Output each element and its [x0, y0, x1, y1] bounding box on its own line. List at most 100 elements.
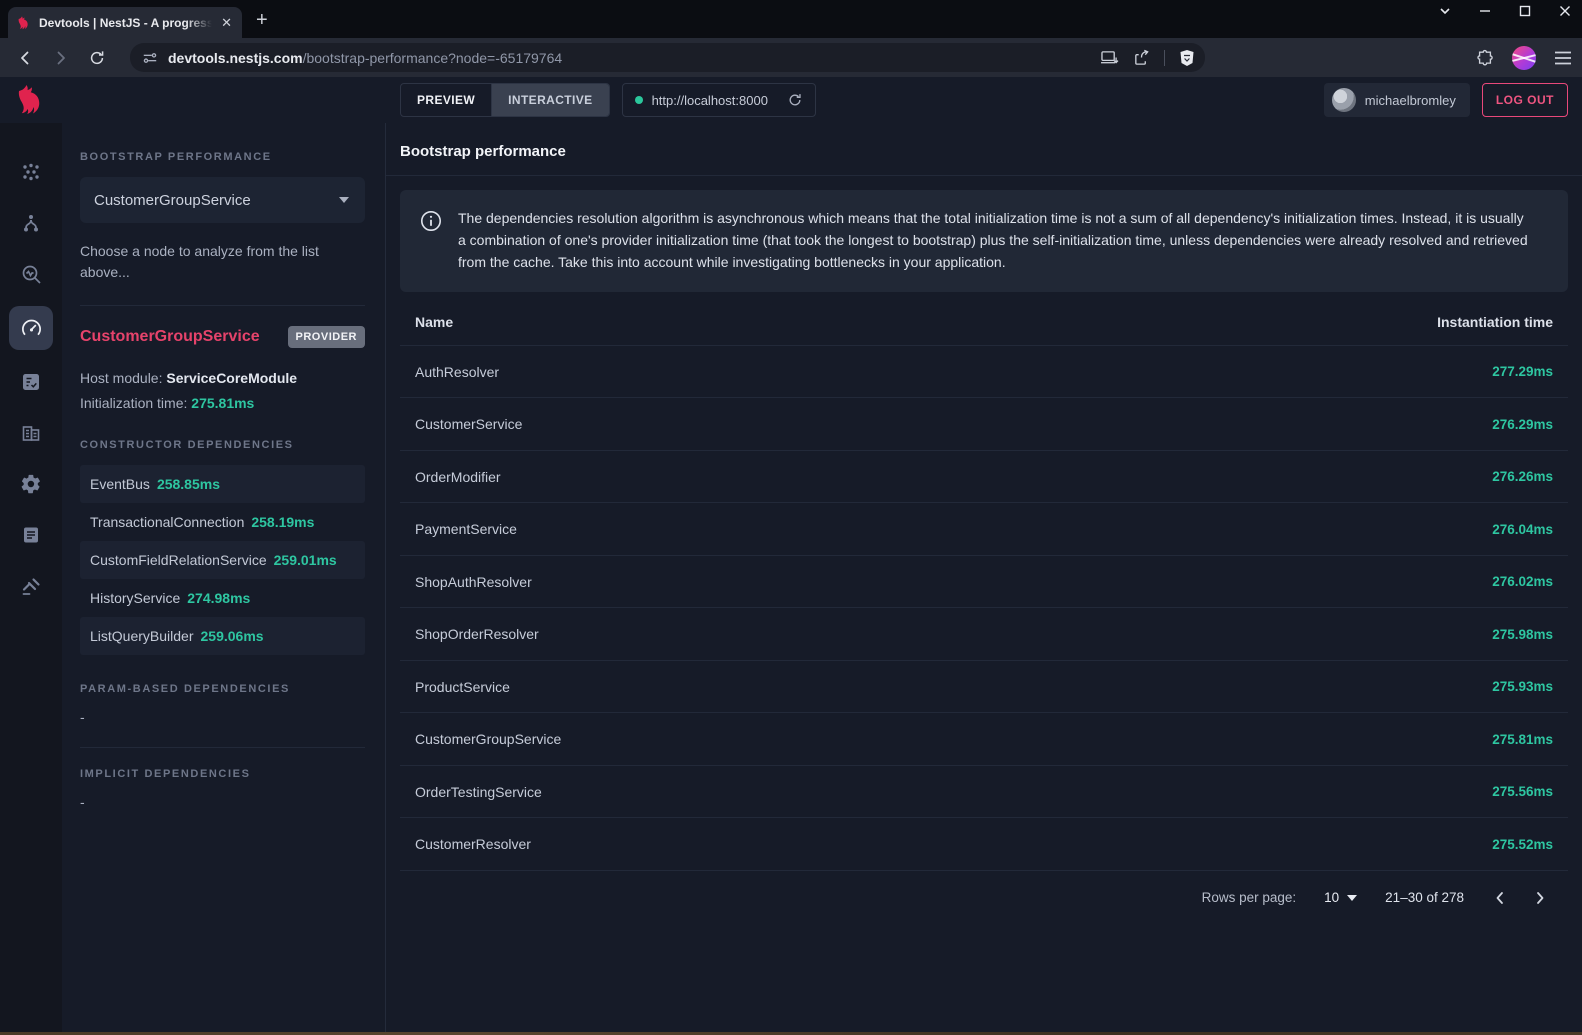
- implicit-deps-title: IMPLICIT DEPENDENCIES: [80, 768, 365, 780]
- user-avatar: [1332, 88, 1356, 112]
- host-module-row: Host module: ServiceCoreModule: [80, 370, 365, 386]
- target-url-box[interactable]: http://localhost:8000: [622, 83, 816, 117]
- table-row[interactable]: ProductService275.93ms: [400, 661, 1568, 714]
- dependency-item[interactable]: ListQueryBuilder259.06ms: [80, 617, 365, 655]
- new-tab-button[interactable]: +: [256, 9, 268, 32]
- sidebar-item-routes[interactable]: [9, 204, 53, 242]
- docs-icon: [21, 525, 41, 545]
- init-time-row: Initialization time: 275.81ms: [80, 395, 365, 411]
- sidebar-rail: [0, 77, 62, 1032]
- nestjs-logo-icon[interactable]: [0, 77, 62, 123]
- share-icon[interactable]: [1133, 49, 1150, 66]
- brave-shield-icon[interactable]: [1179, 49, 1195, 67]
- window-close-button[interactable]: [1558, 4, 1572, 18]
- sidebar-item-tools[interactable]: [9, 567, 53, 605]
- tools-icon: [20, 575, 42, 597]
- sidebar-item-modules[interactable]: [9, 414, 53, 452]
- routes-icon: [20, 212, 42, 234]
- host-module-value: ServiceCoreModule: [166, 370, 297, 386]
- selected-node-title: CustomerGroupService: [80, 328, 260, 346]
- node-select-value: CustomerGroupService: [94, 192, 251, 209]
- menu-icon[interactable]: [1554, 50, 1572, 66]
- table-row[interactable]: PaymentService276.04ms: [400, 503, 1568, 556]
- table-row[interactable]: ShopOrderResolver275.98ms: [400, 608, 1568, 661]
- mode-switcher: PREVIEW INTERACTIVE: [400, 83, 610, 117]
- scan-search-icon: [20, 263, 43, 286]
- table-row[interactable]: OrderModifier276.26ms: [400, 451, 1568, 504]
- url-text: devtools.nestjs.com/bootstrap-performanc…: [168, 50, 1090, 66]
- table-row[interactable]: ShopAuthResolver276.02ms: [400, 556, 1568, 609]
- target-url: http://localhost:8000: [652, 93, 768, 108]
- settings-gear-icon: [20, 473, 42, 495]
- sidebar-item-insights[interactable]: [9, 255, 53, 293]
- browser-tab[interactable]: Devtools | NestJS - A progressive ✕: [8, 7, 242, 38]
- table-row[interactable]: OrderTestingService275.56ms: [400, 766, 1568, 819]
- table-row[interactable]: CustomerResolver275.52ms: [400, 818, 1568, 871]
- rows-per-page-label: Rows per page:: [1202, 890, 1297, 905]
- audit-checklist-icon: [20, 371, 42, 393]
- param-deps-title: PARAM-BASED DEPENDENCIES: [80, 683, 365, 695]
- refresh-target-icon[interactable]: [787, 92, 803, 108]
- chevron-down-icon: [339, 197, 349, 203]
- main-content: Bootstrap performance The dependencies r…: [386, 123, 1582, 1032]
- init-time-value: 275.81ms: [191, 395, 254, 411]
- logout-button[interactable]: LOG OUT: [1482, 83, 1568, 117]
- sidebar-item-audits[interactable]: [9, 363, 53, 401]
- preview-tab[interactable]: PREVIEW: [401, 84, 491, 116]
- info-icon: [420, 210, 442, 232]
- sidebar-item-settings[interactable]: [9, 465, 53, 503]
- table-row[interactable]: CustomerGroupService275.81ms: [400, 713, 1568, 766]
- divider: [1164, 50, 1165, 66]
- divider: [80, 747, 365, 748]
- performance-table: Name Instantiation time AuthResolver277.…: [400, 300, 1568, 925]
- implicit-deps-empty: -: [80, 794, 365, 810]
- performance-gauge-icon: [20, 317, 43, 340]
- graph-nodes-icon: [20, 161, 42, 183]
- info-banner: The dependencies resolution algorithm is…: [400, 190, 1568, 292]
- tab-search-icon[interactable]: [1438, 4, 1452, 18]
- dependency-item[interactable]: CustomFieldRelationService259.01ms: [80, 541, 365, 579]
- page-title: Bootstrap performance: [400, 143, 566, 160]
- back-button[interactable]: [10, 43, 40, 73]
- info-text: The dependencies resolution algorithm is…: [458, 208, 1548, 274]
- table-row[interactable]: AuthResolver277.29ms: [400, 346, 1568, 399]
- browser-profile-avatar[interactable]: [1512, 46, 1536, 70]
- table-pagination: Rows per page: 10 21–30 of 278: [400, 871, 1568, 925]
- browser-tabstrip: Devtools | NestJS - A progressive ✕ +: [0, 0, 1582, 38]
- dependency-item[interactable]: EventBus258.85ms: [80, 465, 365, 503]
- param-deps-empty: -: [80, 709, 365, 725]
- address-bar[interactable]: devtools.nestjs.com/bootstrap-performanc…: [130, 43, 1205, 72]
- chevron-down-icon: [1347, 895, 1357, 901]
- dependency-item[interactable]: HistoryService274.98ms: [80, 579, 365, 617]
- nestjs-favicon-icon: [16, 15, 32, 31]
- sidebar-item-docs[interactable]: [9, 516, 53, 554]
- reload-button[interactable]: [82, 43, 112, 73]
- interactive-tab[interactable]: INTERACTIVE: [491, 84, 608, 116]
- rows-per-page-select[interactable]: 10: [1324, 890, 1357, 905]
- window-minimize-button[interactable]: [1478, 4, 1492, 18]
- send-to-device-icon[interactable]: [1100, 50, 1119, 66]
- column-name: Name: [415, 314, 1437, 330]
- site-settings-icon[interactable]: [142, 50, 158, 66]
- app-header: PREVIEW INTERACTIVE http://localhost:800…: [62, 77, 1582, 123]
- provider-badge: PROVIDER: [288, 326, 365, 348]
- constructor-deps-list: EventBus258.85ms TransactionalConnection…: [80, 465, 365, 655]
- column-instantiation-time: Instantiation time: [1437, 314, 1553, 330]
- next-page-button[interactable]: [1532, 890, 1548, 906]
- tab-title: Devtools | NestJS - A progressive: [39, 16, 212, 30]
- account-chip[interactable]: michaelbromley: [1324, 83, 1470, 117]
- constructor-deps-title: CONSTRUCTOR DEPENDENCIES: [80, 439, 365, 451]
- previous-page-button[interactable]: [1492, 890, 1508, 906]
- divider: [80, 305, 365, 306]
- username: michaelbromley: [1365, 93, 1456, 108]
- forward-button[interactable]: [46, 43, 76, 73]
- connection-status-dot: [635, 96, 643, 104]
- node-select-dropdown[interactable]: CustomerGroupService: [80, 177, 365, 223]
- window-maximize-button[interactable]: [1518, 4, 1532, 18]
- extensions-icon[interactable]: [1476, 49, 1494, 67]
- tab-close-icon[interactable]: ✕: [219, 14, 234, 31]
- table-row[interactable]: CustomerService276.29ms: [400, 398, 1568, 451]
- sidebar-item-bootstrap-performance[interactable]: [9, 306, 53, 350]
- dependency-item[interactable]: TransactionalConnection258.19ms: [80, 503, 365, 541]
- sidebar-item-graph[interactable]: [9, 153, 53, 191]
